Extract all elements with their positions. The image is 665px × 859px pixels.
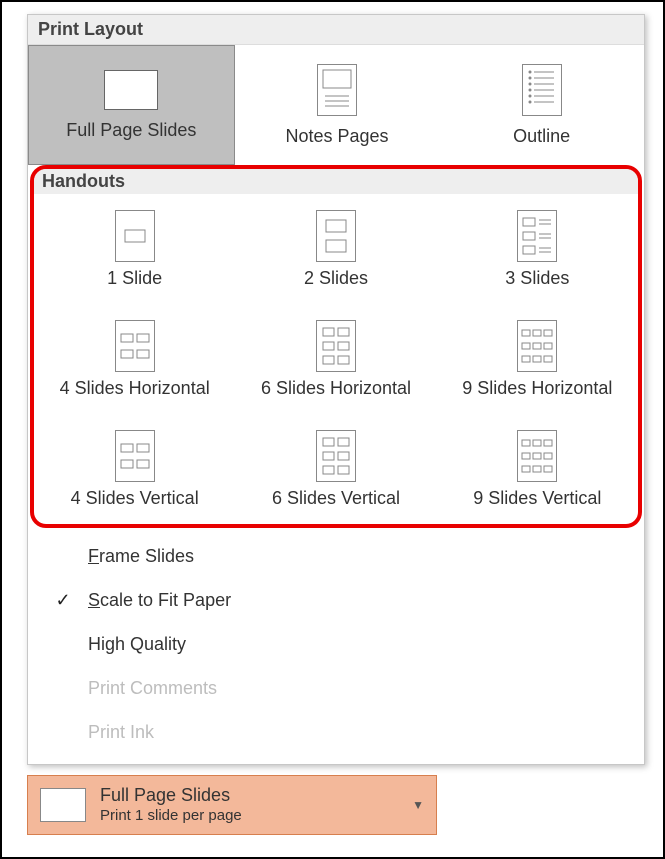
print-layout-menu: Print Layout Full Page Slides Notes Page…	[27, 14, 645, 765]
layout-label: Full Page Slides	[66, 120, 196, 141]
current-subtitle: Print 1 slide per page	[100, 807, 242, 825]
handout-9v-icon	[517, 430, 557, 482]
handout-9-vertical[interactable]: 9 Slides Vertical	[437, 414, 638, 524]
handouts-section: Handouts 1 Slide 2 Slides	[30, 165, 642, 528]
handout-3-slides[interactable]: 3 Slides	[437, 194, 638, 304]
handout-6v-icon	[316, 430, 356, 482]
handout-1-slide[interactable]: 1 Slide	[34, 194, 235, 304]
handout-4-horizontal[interactable]: 4 Slides Horizontal	[34, 304, 235, 414]
notes-pages-icon	[317, 64, 357, 116]
handout-6-vertical[interactable]: 6 Slides Vertical	[235, 414, 436, 524]
handout-label: 1 Slide	[107, 268, 162, 289]
handouts-header: Handouts	[34, 169, 638, 194]
handout-2-slides[interactable]: 2 Slides	[235, 194, 436, 304]
option-print-comments: Print Comments	[28, 666, 644, 710]
print-layout-header: Print Layout	[28, 15, 644, 45]
handout-6h-icon	[316, 320, 356, 372]
current-layout-dropdown[interactable]: Full Page Slides Print 1 slide per page …	[27, 775, 437, 835]
handout-4-vertical[interactable]: 4 Slides Vertical	[34, 414, 235, 524]
option-label: Print Ink	[78, 722, 154, 743]
handouts-grid: 1 Slide 2 Slides 3 Slides	[34, 194, 638, 524]
option-scale-to-fit[interactable]: ✓ Scale to Fit Paper	[28, 578, 644, 622]
handout-9h-icon	[517, 320, 557, 372]
handout-label: 4 Slides Horizontal	[60, 378, 210, 399]
print-options-list: Frame Slides ✓ Scale to Fit Paper High Q…	[28, 528, 644, 764]
option-label: Print Comments	[78, 678, 217, 699]
full-page-slides-icon	[40, 788, 86, 822]
option-high-quality[interactable]: High Quality	[28, 622, 644, 666]
print-layout-row: Full Page Slides Notes Pages	[28, 45, 644, 165]
layout-full-page-slides[interactable]: Full Page Slides	[28, 45, 235, 165]
handout-9-horizontal[interactable]: 9 Slides Horizontal	[437, 304, 638, 414]
handout-label: 6 Slides Vertical	[272, 488, 400, 509]
layout-label: Outline	[513, 126, 570, 147]
handout-6-horizontal[interactable]: 6 Slides Horizontal	[235, 304, 436, 414]
handout-label: 3 Slides	[505, 268, 569, 289]
handout-4v-icon	[115, 430, 155, 482]
handout-label: 9 Slides Vertical	[473, 488, 601, 509]
handout-label: 4 Slides Vertical	[71, 488, 199, 509]
handout-4h-icon	[115, 320, 155, 372]
layout-outline[interactable]: Outline	[439, 45, 644, 165]
outline-icon	[522, 64, 562, 116]
option-label: Scale to Fit Paper	[78, 590, 231, 611]
full-page-slides-icon	[104, 70, 158, 110]
option-label: Frame Slides	[78, 546, 194, 567]
current-title: Full Page Slides	[100, 785, 242, 807]
handout-label: 6 Slides Horizontal	[261, 378, 411, 399]
layout-notes-pages[interactable]: Notes Pages	[235, 45, 440, 165]
handout-3-slides-icon	[517, 210, 557, 262]
handout-1-slide-icon	[115, 210, 155, 262]
handout-2-slides-icon	[316, 210, 356, 262]
handout-label: 2 Slides	[304, 268, 368, 289]
option-print-ink: Print Ink	[28, 710, 644, 754]
option-frame-slides[interactable]: Frame Slides	[28, 534, 644, 578]
option-label: High Quality	[78, 634, 186, 655]
layout-label: Notes Pages	[285, 126, 388, 147]
current-layout-text: Full Page Slides Print 1 slide per page	[100, 785, 242, 825]
check-icon: ✓	[48, 590, 78, 611]
chevron-down-icon: ▼	[412, 798, 424, 812]
handout-label: 9 Slides Horizontal	[462, 378, 612, 399]
